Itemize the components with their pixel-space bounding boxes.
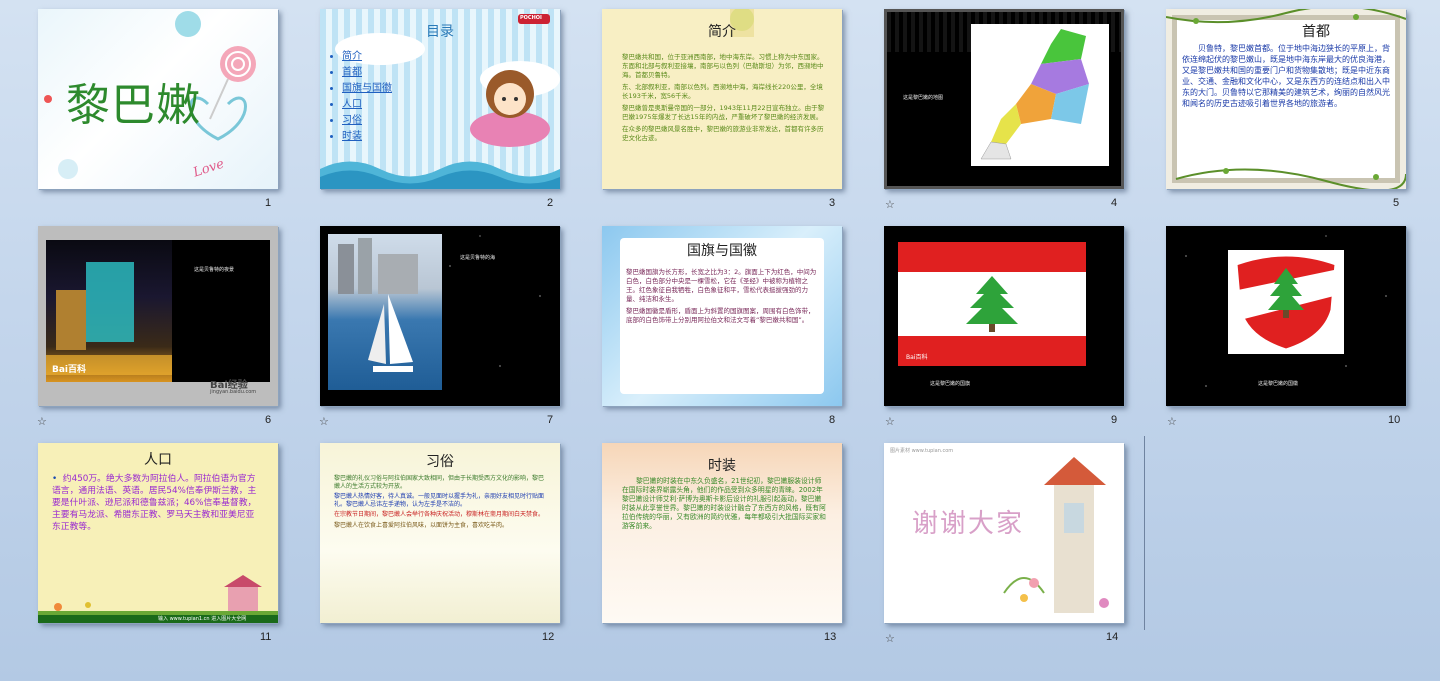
slide-number: 8 [829, 414, 836, 426]
star-icon: ☆ [319, 415, 329, 428]
body-paragraph: 黎巴嫩共和国，位于亚洲西南部，地中海东岸。习惯上称为中东国家。东面和北部与叙利亚… [622, 53, 824, 79]
toc-item[interactable]: 时装 [342, 129, 392, 145]
slide-body: 黎巴嫩的礼仪习俗与阿拉伯国家大致相同，但由于长期受西方文化的影响，黎巴嫩人的生活… [334, 475, 548, 532]
bullet: • [52, 474, 63, 484]
body-paragraph: 在众多的黎巴嫩风景名胜中，黎巴嫩的旅游业非常发达，首都有许多历史文化古迹。 [622, 125, 824, 142]
body-paragraph: 黎巴嫩人热情好客，待人真诚。一般见面时以握手为礼，亲朋好友相见时行贴面礼。黎巴嫩… [334, 493, 545, 508]
slide-title: 首都 [1302, 24, 1330, 40]
slide-body: • 约450万。绝大多数为阿拉伯人。阿拉伯语为官方语言，通用法语、英语。居民54… [52, 473, 260, 533]
slide-title: 目录 [426, 24, 454, 40]
slide-title: 国旗与国徽 [687, 243, 757, 259]
slide-number: 7 [547, 414, 554, 426]
slide-title: 时装 [708, 458, 736, 474]
star-icon: ☆ [885, 198, 895, 211]
slide-body: 贝鲁特，黎巴嫩首都。位于地中海边狭长的平原上，背依连绵起伏的黎巴嫩山，既是地中海… [1182, 44, 1390, 108]
slide-title: 习俗 [426, 454, 454, 470]
body-paragraph: 黎巴嫩国旗为长方形，长宽之比为3：2。旗面上下为红色，中间为白色，白色部分中央是… [626, 268, 817, 303]
slide-number: 13 [824, 631, 837, 643]
footer-text: 输入 www.tupian1.cn 进入图片大全网 [158, 616, 247, 622]
slide-body: 黎巴嫩共和国，位于亚洲西南部，地中海东岸。习惯上称为中东国家。东面和北部与叙利亚… [622, 53, 827, 146]
slide-thumbnail-5[interactable]: 首都 贝鲁特，黎巴嫩首都。位于地中海边狭长的平原上，背依连绵起伏的黎巴嫩山，既是… [1166, 9, 1406, 189]
toc-item[interactable]: 习俗 [342, 113, 392, 129]
star-icon: ☆ [1167, 415, 1177, 428]
slide-thumbnail-13[interactable]: 时装 黎巴嫩的时装在中东久负盛名，21世纪初，黎巴嫩服装设计师在国际时装界崭露头… [602, 443, 842, 623]
slide-thumbnail-10[interactable]: 这是黎巴嫩的国徽 [1166, 226, 1406, 406]
slide-title: 谢谢大家 [912, 509, 1025, 539]
toc-list: 简介 首都 国旗与国徽 人口 习俗 时装 [324, 49, 392, 145]
toc-item[interactable]: 国旗与国徽 [342, 81, 392, 97]
insertion-cursor [1144, 436, 1145, 630]
slide-number: 1 [265, 197, 272, 209]
sea-photo [328, 234, 442, 390]
slide-number: 4 [1111, 197, 1118, 209]
body-paragraph: 在宗教节日期间，黎巴嫩人会举行各种庆祝活动，穆斯林在斋月期间白天禁食。 [334, 511, 545, 518]
slide-number: 5 [1393, 197, 1400, 209]
slide-thumbnail-11[interactable]: 人口 • 约450万。绝大多数为阿拉伯人。阿拉伯语为官方语言，通用法语、英语。居… [38, 443, 278, 623]
dark-panel [172, 240, 270, 382]
slide-caption: 这是黎巴嫩的国徽 [1258, 381, 1299, 387]
cedar-tree-icon [966, 276, 1018, 332]
star-icon: ☆ [37, 415, 47, 428]
slide-caption: 这是黎巴嫩的国旗 [930, 381, 971, 387]
slide-number: 14 [1106, 631, 1119, 643]
slide-title: 人口 [144, 452, 172, 468]
slide-title: 黎巴嫩 [66, 80, 201, 131]
toc-item[interactable]: 简介 [342, 49, 392, 65]
slide-title: 简介 [708, 24, 736, 40]
watermark: Bai百科 [52, 365, 87, 375]
slide-thumbnail-7[interactable]: 这是贝鲁特的海 [320, 226, 560, 406]
slide-number: 6 [265, 414, 272, 426]
slide-thumbnail-3[interactable]: 简介 黎巴嫩共和国，位于亚洲西南部，地中海东岸。习惯上称为中东国家。东面和北部与… [602, 9, 842, 189]
night-photo [46, 240, 172, 382]
slide-thumbnail-6[interactable]: 这是贝鲁特的夜景 Bai百科 Bai经验 jingyan.baidu.com [38, 226, 278, 406]
star-icon: ☆ [885, 415, 895, 428]
slide-thumbnail-14[interactable]: 谢谢大家 图片素材 www.tupian.com [884, 443, 1124, 623]
map-image [971, 24, 1109, 166]
body-paragraph: 黎巴嫩国徽是盾形，盾面上为斜置的国旗图案，周围有白色饰带，底部的白色饰带上分别用… [626, 307, 815, 324]
slide-number: 12 [542, 631, 555, 643]
body-paragraph: 黎巴嫩的礼仪习俗与阿拉伯国家大致相同，但由于长期受西方文化的影响，黎巴嫩人的生活… [334, 475, 545, 490]
slide-caption: 这是贝鲁特的夜景 [194, 267, 235, 273]
slide-number: 3 [829, 197, 836, 209]
slide-number: 2 [547, 197, 554, 209]
watermark: Bai百科 [906, 354, 928, 361]
slide-number: 11 [260, 631, 272, 643]
slide-thumbnail-1[interactable]: 黎巴嫩 Love [38, 9, 278, 189]
slide-body: 黎巴嫩国旗为长方形，长宽之比为3：2。旗面上下为红色，中间为白色，白色部分中央是… [626, 268, 818, 328]
slide-number: 10 [1388, 414, 1401, 426]
slide-thumbnail-2[interactable]: POCHOI 目录 简介 首都 国旗与国徽 人口 习俗 时装 [320, 9, 560, 189]
body-paragraph: 约450万。绝大多数为阿拉伯人。阿拉伯语为官方语言，通用法语、英语。居民54%信… [52, 474, 257, 532]
toc-item[interactable]: 人口 [342, 97, 392, 113]
lebanon-flag-image [898, 242, 1086, 366]
slide-thumbnail-4[interactable]: 这是黎巴嫩的地图 [884, 9, 1124, 189]
body-paragraph: 东、北部叙利亚，南部以色列。西濒地中海，海岸线长220公里，全境长193千米，宽… [622, 83, 823, 100]
toc-item[interactable]: 首都 [342, 65, 392, 81]
slide-thumbnail-12[interactable]: 习俗 黎巴嫩的礼仪习俗与阿拉伯国家大致相同，但由于长期受西方文化的影响，黎巴嫩人… [320, 443, 560, 623]
watermark: 图片素材 www.tupian.com [890, 448, 954, 454]
star-icon: ☆ [885, 632, 895, 645]
watermark: jingyan.baidu.com [210, 389, 257, 395]
body-paragraph: 黎巴嫩曾是奥斯曼帝国的一部分，1943年11月22日宣布独立。由于黎巴嫩1975… [622, 104, 825, 121]
slide-thumbnail-8[interactable]: 国旗与国徽 黎巴嫩国旗为长方形，长宽之比为3：2。旗面上下为红色，中间为白色，白… [602, 226, 842, 406]
slide-body: 黎巴嫩的时装在中东久负盛名，21世纪初，黎巴嫩服装设计师在国际时装界崭露头角，他… [622, 477, 826, 530]
slide-number: 9 [1111, 414, 1118, 426]
coat-of-arms-image [1228, 250, 1344, 354]
slide-thumbnail-9[interactable]: Bai百科 这是黎巴嫩的国旗 [884, 226, 1124, 406]
slide-caption: 这是黎巴嫩的地图 [903, 95, 944, 101]
body-paragraph: 黎巴嫩人在饮食上喜爱阿拉伯风味，以面饼为主食，喜欢吃羊肉。 [334, 521, 509, 529]
slide-caption: 这是贝鲁特的海 [460, 255, 496, 261]
